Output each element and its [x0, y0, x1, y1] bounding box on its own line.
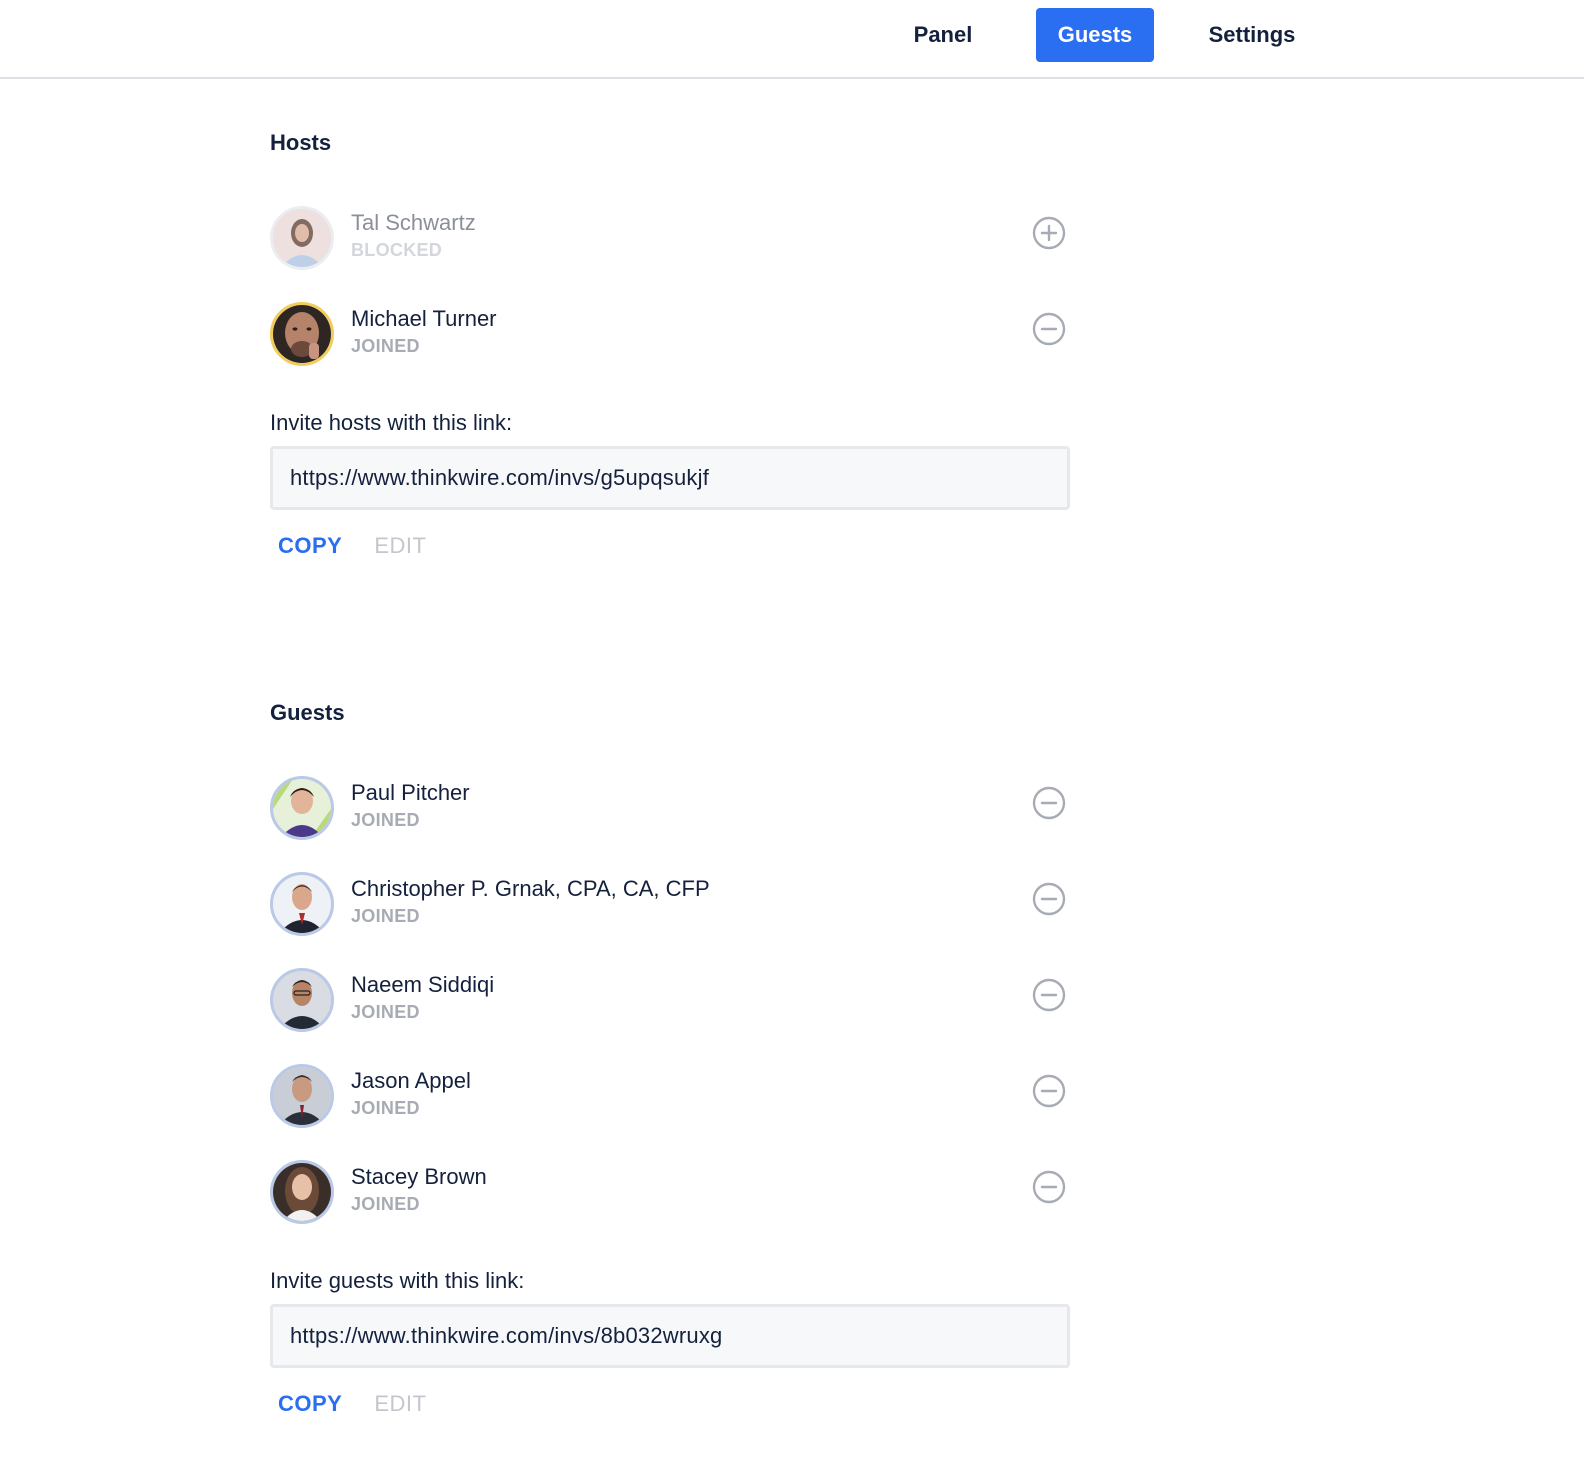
minus-circle-icon[interactable] [1032, 786, 1066, 820]
host-row: Michael Turner JOINED [270, 302, 1070, 398]
hosts-edit-button[interactable]: EDIT [374, 533, 426, 559]
avatar [270, 1160, 334, 1224]
person-status: JOINED [351, 336, 420, 356]
guests-link-actions: COPY EDIT [270, 1386, 1070, 1422]
person-name: Stacey Brown [351, 1164, 487, 1189]
host-row: Tal Schwartz BLOCKED [270, 206, 1070, 302]
person-status: JOINED [351, 906, 420, 926]
hosts-link-actions: COPY EDIT [270, 528, 1070, 564]
guests-title: Guests [270, 700, 345, 725]
hosts-invite-label: Invite hosts with this link: [270, 410, 513, 435]
avatar [270, 302, 334, 366]
guests-copy-button[interactable]: COPY [278, 1391, 342, 1417]
avatar [270, 872, 334, 936]
person-status: JOINED [351, 810, 420, 830]
person-name: Michael Turner [351, 306, 497, 331]
minus-circle-icon[interactable] [1032, 882, 1066, 916]
top-navigation: Panel Guests Settings [0, 0, 1584, 79]
tab-panel[interactable]: Panel [900, 8, 986, 62]
guests-section: Guests Paul Pitcher JOINED Christopher P… [270, 698, 1070, 1422]
guests-invite-label: Invite guests with this link: [270, 1268, 525, 1293]
minus-circle-icon[interactable] [1032, 312, 1066, 346]
avatar [270, 1064, 334, 1128]
tab-guests[interactable]: Guests [1036, 8, 1154, 62]
person-name: Jason Appel [351, 1068, 471, 1093]
avatar [270, 968, 334, 1032]
person-name: Tal Schwartz [351, 210, 476, 235]
avatar [270, 206, 334, 270]
guests-edit-button[interactable]: EDIT [374, 1391, 426, 1417]
plus-circle-icon[interactable] [1032, 216, 1066, 250]
guest-row: Paul Pitcher JOINED [270, 776, 1070, 872]
hosts-invite-link-field[interactable] [270, 446, 1070, 510]
person-status: BLOCKED [351, 240, 443, 260]
hosts-copy-button[interactable]: COPY [278, 533, 342, 559]
guests-invite-link-field[interactable] [270, 1304, 1070, 1368]
person-name: Naeem Siddiqi [351, 972, 495, 997]
minus-circle-icon[interactable] [1032, 978, 1066, 1012]
person-name: Christopher P. Grnak, CPA, CA, CFP [351, 876, 710, 901]
person-status: JOINED [351, 1002, 420, 1022]
hosts-list: Tal Schwartz BLOCKED Michael Turner JOIN… [270, 206, 1070, 398]
guest-row: Christopher P. Grnak, CPA, CA, CFP JOINE… [270, 872, 1070, 968]
hosts-section: Hosts Tal Schwartz BLOCKED Michael Turne… [270, 128, 1070, 564]
tab-settings[interactable]: Settings [1195, 8, 1309, 62]
guests-list: Paul Pitcher JOINED Christopher P. Grnak… [270, 776, 1070, 1256]
person-status: JOINED [351, 1098, 420, 1118]
person-status: JOINED [351, 1194, 420, 1214]
minus-circle-icon[interactable] [1032, 1074, 1066, 1108]
guest-row: Jason Appel JOINED [270, 1064, 1070, 1160]
guest-row: Stacey Brown JOINED [270, 1160, 1070, 1256]
hosts-title: Hosts [270, 130, 332, 155]
minus-circle-icon[interactable] [1032, 1170, 1066, 1204]
avatar [270, 776, 334, 840]
guest-row: Naeem Siddiqi JOINED [270, 968, 1070, 1064]
person-name: Paul Pitcher [351, 780, 470, 805]
